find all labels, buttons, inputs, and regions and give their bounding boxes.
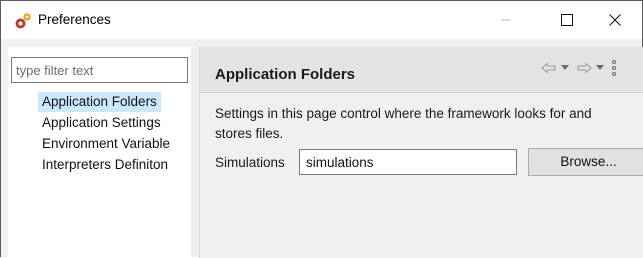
simulations-folder-input[interactable] <box>299 149 517 175</box>
page-content: Application Folders Settings in this pag… <box>200 47 643 258</box>
preference-tree: Application Folders Application Settings… <box>38 92 193 176</box>
page-header: Application Folders <box>200 47 643 93</box>
back-menu-button[interactable] <box>561 59 569 77</box>
window-title: Preferences <box>38 12 111 27</box>
tree-item-application-folders[interactable]: Application Folders <box>38 92 161 112</box>
back-menu-icon <box>561 65 569 70</box>
back-arrow-icon <box>541 62 556 74</box>
view-menu-icon <box>612 60 616 76</box>
tree-item-application-settings[interactable]: Application Settings <box>38 113 193 133</box>
tree-item-environment-variable[interactable]: Environment Variable <box>38 134 193 154</box>
filter-input[interactable] <box>11 57 188 83</box>
page-title: Application Folders <box>215 66 356 83</box>
simulations-label: Simulations <box>215 155 285 170</box>
page-nav-toolbar <box>541 59 616 77</box>
forward-button[interactable] <box>576 59 592 77</box>
forward-arrow-icon <box>577 62 592 74</box>
maximize-button[interactable] <box>544 1 590 39</box>
preferences-app-icon <box>15 13 31 29</box>
maximize-icon <box>561 14 573 26</box>
page-description: Settings in this page control where the … <box>215 104 643 144</box>
title-bar: Preferences <box>1 1 642 39</box>
minimize-button[interactable] <box>483 1 529 39</box>
description-line: Settings in this page control where the … <box>215 106 592 121</box>
forward-menu-icon <box>596 65 604 70</box>
description-line: stores files. <box>215 126 284 141</box>
forward-menu-button[interactable] <box>596 59 604 77</box>
minimize-icon <box>501 19 511 21</box>
view-menu-button[interactable] <box>612 59 616 77</box>
browse-button[interactable]: Browse... <box>528 148 643 176</box>
back-button[interactable] <box>541 59 557 77</box>
preferences-window: Preferences Application Folders Applicat… <box>0 0 643 258</box>
close-icon <box>609 14 621 26</box>
close-button[interactable] <box>592 1 638 39</box>
tree-item-interpreters-definition[interactable]: Interpreters Definiton <box>38 155 193 175</box>
